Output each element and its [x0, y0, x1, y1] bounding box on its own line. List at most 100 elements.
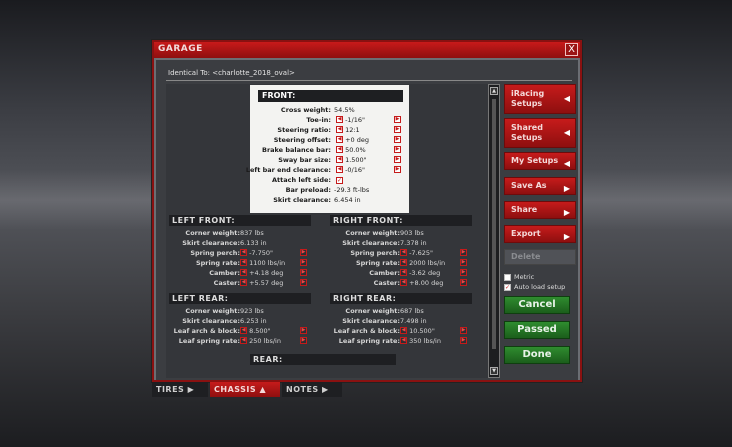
- shared-setups-button[interactable]: Shared Setups ◀: [504, 118, 576, 148]
- rf-skirt-row: Skirt clearance: 7.378 in: [326, 239, 486, 249]
- decrease-arrow-icon[interactable]: ◀: [400, 249, 407, 256]
- metric-checkbox[interactable]: [504, 273, 511, 281]
- steering-ratio-row: Steering ratio: ◀ 12:1 ▶: [250, 125, 409, 135]
- auto-load-checkbox-row[interactable]: ✓ Auto load setup: [504, 283, 565, 291]
- decrease-arrow-icon[interactable]: ◀: [336, 116, 343, 123]
- auto-load-checkbox[interactable]: ✓: [504, 283, 511, 291]
- decrease-arrow-icon[interactable]: ◀: [240, 249, 247, 256]
- decrease-arrow-icon[interactable]: ◀: [240, 337, 247, 344]
- decrease-arrow-icon[interactable]: ◀: [240, 279, 247, 286]
- window-title: GARAGE: [158, 44, 203, 54]
- brake-balance-row: Brake balance bar: ◀ 50.0% ▶: [250, 145, 409, 155]
- decrease-arrow-icon[interactable]: ◀: [336, 136, 343, 143]
- tab-chassis[interactable]: CHASSIS ▲: [210, 382, 280, 397]
- decrease-arrow-icon[interactable]: ◀: [240, 327, 247, 334]
- decrease-arrow-icon[interactable]: ◀: [400, 279, 407, 286]
- sway-bar-row: Sway bar size: ◀ 1.500" ▶: [250, 155, 409, 165]
- cancel-button[interactable]: Cancel: [504, 296, 570, 314]
- scroll-thumb[interactable]: [492, 99, 496, 349]
- my-setups-label: My Setups: [511, 156, 559, 165]
- share-button[interactable]: Share ▶: [504, 201, 576, 219]
- increase-arrow-icon[interactable]: ▶: [394, 136, 401, 143]
- scroll-up-icon[interactable]: ▲: [490, 87, 498, 95]
- increase-arrow-icon[interactable]: ▶: [460, 249, 467, 256]
- tab-tires[interactable]: TIRES ▶: [152, 382, 208, 397]
- passed-button[interactable]: Passed: [504, 321, 570, 339]
- attach-left-checkbox[interactable]: ✓: [336, 177, 343, 184]
- increase-arrow-icon[interactable]: ▶: [300, 249, 307, 256]
- rr-leaf-arch-label: Leaf arch & block:: [333, 327, 400, 335]
- setup-panel[interactable]: FRONT: Cross weight: 54.5% Toe-in: ◀ -1/…: [166, 84, 494, 378]
- decrease-arrow-icon[interactable]: ◀: [240, 259, 247, 266]
- front-skirt-value: 6.454 in: [334, 196, 361, 204]
- decrease-arrow-icon[interactable]: ◀: [240, 269, 247, 276]
- lf-spring-perch-label: Spring perch:: [190, 249, 240, 257]
- rf-spring-rate-row: Spring rate: ◀ 2000 lbs/in ▶: [326, 259, 486, 269]
- save-as-label: Save As: [511, 181, 547, 190]
- front-section-popup: FRONT: Cross weight: 54.5% Toe-in: ◀ -1/…: [246, 85, 409, 213]
- lr-leaf-arch-value: 8.500": [249, 327, 271, 335]
- increase-arrow-icon[interactable]: ▶: [460, 337, 467, 344]
- decrease-arrow-icon[interactable]: ◀: [400, 337, 407, 344]
- garage-titlebar: GARAGE X: [154, 42, 580, 58]
- rf-spring-perch-label: Spring perch:: [350, 249, 400, 257]
- increase-arrow-icon[interactable]: ▶: [394, 126, 401, 133]
- increase-arrow-icon[interactable]: ▶: [460, 269, 467, 276]
- increase-arrow-icon[interactable]: ▶: [460, 327, 467, 334]
- setup-sidebar: iRacing Setups ◀ Shared Setups ◀ My Setu…: [504, 84, 576, 380]
- lf-skirt-row: Skirt clearance: 6.133 in: [166, 239, 326, 249]
- steering-ratio-label: Steering ratio:: [277, 126, 331, 134]
- decrease-arrow-icon[interactable]: ◀: [336, 126, 343, 133]
- front-skirt-row: Skirt clearance: 6.454 in: [250, 195, 409, 205]
- right-front-header: RIGHT FRONT:: [330, 215, 472, 226]
- increase-arrow-icon[interactable]: ▶: [394, 116, 401, 123]
- save-as-button[interactable]: Save As ▶: [504, 177, 576, 195]
- rf-corner-weight-row: Corner weight: 903 lbs: [326, 229, 486, 239]
- decrease-arrow-icon[interactable]: ◀: [336, 146, 343, 153]
- increase-arrow-icon[interactable]: ▶: [394, 146, 401, 153]
- decrease-arrow-icon[interactable]: ◀: [400, 259, 407, 266]
- iracing-setups-button[interactable]: iRacing Setups ◀: [504, 84, 576, 114]
- done-button[interactable]: Done: [504, 346, 570, 364]
- garage-window: GARAGE X Identical To: <charlotte_2018_o…: [152, 40, 582, 382]
- cross-weight-row: Cross weight: 54.5%: [250, 105, 409, 115]
- attach-left-label: Attach left side:: [272, 176, 331, 184]
- increase-arrow-icon[interactable]: ▶: [300, 259, 307, 266]
- decrease-arrow-icon[interactable]: ◀: [336, 166, 343, 173]
- rf-spring-perch-row: Spring perch: ◀ -7.625" ▶: [326, 249, 486, 259]
- sway-bar-value: 1.500": [345, 156, 367, 164]
- rr-leaf-rate-value: 350 lbs/in: [409, 337, 441, 345]
- rf-spring-rate-value: 2000 lbs/in: [409, 259, 446, 267]
- delete-label: Delete: [511, 252, 541, 261]
- export-button[interactable]: Export ▶: [504, 225, 576, 243]
- scroll-down-icon[interactable]: ▼: [490, 367, 498, 375]
- increase-arrow-icon[interactable]: ▶: [460, 279, 467, 286]
- my-setups-button[interactable]: My Setups ◀: [504, 152, 576, 170]
- metric-checkbox-row[interactable]: Metric: [504, 273, 534, 281]
- increase-arrow-icon[interactable]: ▶: [300, 327, 307, 334]
- increase-arrow-icon[interactable]: ▶: [460, 259, 467, 266]
- increase-arrow-icon[interactable]: ▶: [300, 337, 307, 344]
- rf-camber-label: Camber:: [369, 269, 400, 277]
- increase-arrow-icon[interactable]: ▶: [300, 269, 307, 276]
- front-header: FRONT:: [258, 90, 403, 102]
- delete-button[interactable]: Delete: [504, 249, 576, 265]
- increase-arrow-icon[interactable]: ▶: [300, 279, 307, 286]
- tab-notes[interactable]: NOTES ▶: [282, 382, 342, 397]
- rf-caster-row: Caster: ◀ +8.00 deg ▶: [326, 279, 486, 289]
- decrease-arrow-icon[interactable]: ◀: [336, 156, 343, 163]
- panel-scrollbar[interactable]: ▲ ▼: [488, 84, 500, 378]
- sway-bar-label: Sway bar size:: [278, 156, 331, 164]
- lf-camber-row: Camber: ◀ +4.18 deg ▶: [166, 269, 326, 279]
- rr-skirt-label: Skirt clearance:: [342, 317, 400, 325]
- rr-skirt-row: Skirt clearance: 7.498 in: [326, 317, 486, 327]
- close-button[interactable]: X: [565, 43, 578, 56]
- rr-corner-weight-value: 687 lbs: [400, 307, 424, 315]
- increase-arrow-icon[interactable]: ▶: [394, 166, 401, 173]
- decrease-arrow-icon[interactable]: ◀: [400, 269, 407, 276]
- increase-arrow-icon[interactable]: ▶: [394, 156, 401, 163]
- attach-left-row: Attach left side: ✓: [250, 175, 409, 185]
- lf-caster-label: Caster:: [213, 279, 240, 287]
- decrease-arrow-icon[interactable]: ◀: [400, 327, 407, 334]
- lr-leaf-rate-row: Leaf spring rate: ◀ 250 lbs/in ▶: [166, 337, 326, 347]
